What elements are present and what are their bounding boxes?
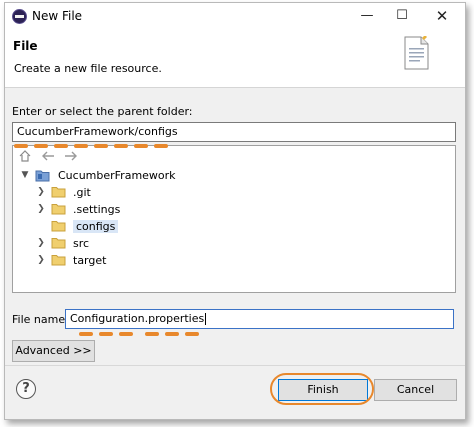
parent-folder-input[interactable]: CucumberFramework/configs [12,122,456,142]
highlight-dash [14,144,28,148]
file-name-label: File name: [12,313,69,326]
highlight-dash [54,144,68,148]
highlight-dash [74,144,88,148]
folder-icon [51,238,65,249]
tree-item-settings[interactable]: ❯ .settings [35,201,120,218]
eclipse-app-icon [12,9,27,24]
new-file-wizard-icon [404,36,429,70]
highlight-dash [185,332,199,336]
window-title: New File [32,9,83,23]
chevron-right-icon[interactable]: ❯ [35,252,47,269]
highlight-dash [134,144,148,148]
highlight-dash [114,144,128,148]
tree-item-label: CucumberFramework [58,169,176,182]
chevron-right-icon[interactable]: ❯ [35,235,47,252]
folder-icon [51,221,65,232]
cancel-button[interactable]: Cancel [374,379,457,401]
folder-icon [51,204,65,215]
text-caret [205,313,207,325]
home-icon[interactable] [19,150,31,162]
chevron-down-icon[interactable]: ▼ [19,167,31,184]
highlight-dash [79,332,93,336]
wizard-header: File Create a new file resource. [5,29,465,88]
footer-divider [5,365,465,366]
help-icon[interactable]: ? [16,379,36,399]
tree-toolbar [19,150,84,164]
highlight-dash [154,144,168,148]
finish-highlight-ring [270,373,374,405]
new-file-dialog: New File — ☐ ✕ File Create a new file re… [4,2,466,420]
tree-item-label: .git [73,186,91,199]
file-name-value: Configuration.properties [70,312,205,325]
tree-item-label: .settings [73,203,121,216]
highlight-dash [34,144,48,148]
tree-item-configs[interactable]: configs [35,218,119,235]
highlight-dash [94,144,108,148]
highlight-dash [99,332,113,336]
project-folder-icon [35,170,49,182]
highlight-dash [145,332,159,336]
folder-icon [51,187,65,198]
tree-item-label: configs [73,220,119,233]
close-button[interactable]: ✕ [425,3,459,29]
highlight-dash [119,332,133,336]
title-bar: New File — ☐ ✕ [5,3,465,29]
tree-item-git[interactable]: ❯ .git [35,184,91,201]
folder-tree[interactable]: ▼ CucumberFramework ❯ .git ❯ .settings c… [12,145,456,293]
minimize-button[interactable]: — [350,3,384,29]
wizard-description: Create a new file resource. [14,62,162,75]
highlight-dash [165,332,179,336]
back-arrow-icon[interactable] [41,150,55,162]
tree-item-label: src [73,237,90,250]
file-name-input[interactable]: Configuration.properties [65,309,454,329]
chevron-right-icon[interactable]: ❯ [35,201,47,218]
chevron-right-icon[interactable]: ❯ [35,184,47,201]
tree-item-label: target [73,254,107,267]
tree-item-target[interactable]: ❯ target [35,252,106,269]
parent-folder-label: Enter or select the parent folder: [12,105,193,118]
tree-item-project[interactable]: ▼ CucumberFramework [19,167,176,184]
wizard-title: File [13,39,38,53]
forward-arrow-icon[interactable] [64,150,78,162]
tree-item-src[interactable]: ❯ src [35,235,89,252]
maximize-button[interactable]: ☐ [385,3,419,29]
advanced-button[interactable]: Advanced >> [12,340,95,362]
folder-icon [51,255,65,266]
